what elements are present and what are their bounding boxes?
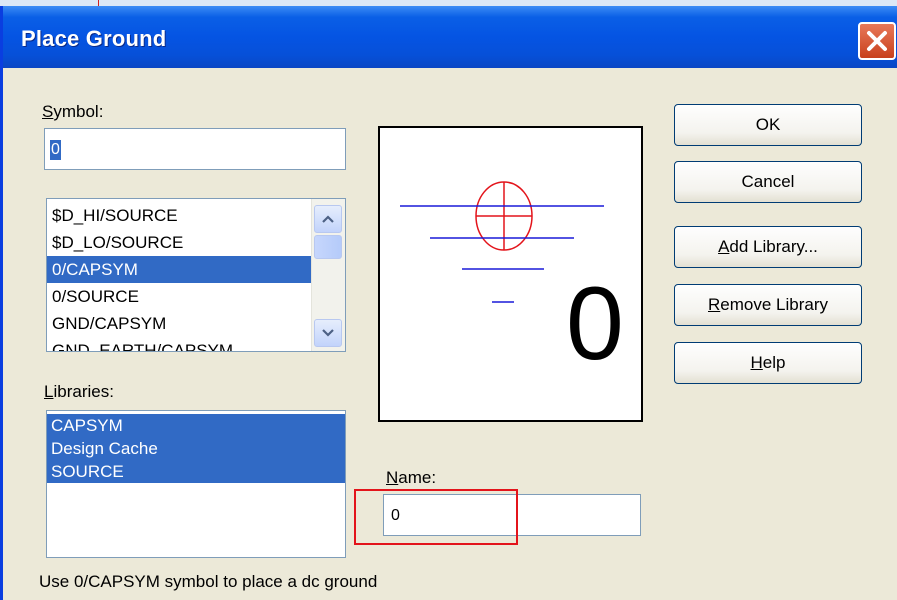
library-item[interactable]: Design Cache bbox=[47, 437, 345, 460]
symbol-input[interactable]: 0 bbox=[44, 128, 346, 170]
add-library-button[interactable]: Add Library... bbox=[674, 226, 862, 268]
symbol-list[interactable]: $D_HI/SOURCE $D_LO/SOURCE 0/CAPSYM 0/SOU… bbox=[46, 198, 346, 352]
list-item-selected[interactable]: 0/CAPSYM bbox=[47, 256, 311, 283]
preview-value-text: 0 bbox=[566, 266, 624, 382]
chevron-down-icon bbox=[322, 329, 334, 337]
cancel-button[interactable]: Cancel bbox=[674, 161, 862, 203]
ok-button[interactable]: OK bbox=[674, 104, 862, 146]
dialog-title: Place Ground bbox=[21, 26, 167, 51]
scroll-thumb[interactable] bbox=[314, 235, 342, 259]
list-item[interactable]: GND/CAPSYM bbox=[47, 310, 311, 337]
chevron-up-icon bbox=[322, 215, 334, 223]
scroll-down-button[interactable] bbox=[314, 319, 342, 347]
symbol-input-value: 0 bbox=[50, 140, 61, 160]
remove-library-button[interactable]: Remove Library bbox=[674, 284, 862, 326]
list-item[interactable]: 0/SOURCE bbox=[47, 283, 311, 310]
help-button[interactable]: Help bbox=[674, 342, 862, 384]
symbol-label: Symbol: bbox=[42, 102, 104, 121]
library-item[interactable]: CAPSYM bbox=[47, 414, 345, 437]
libraries-label: Libraries: bbox=[44, 382, 114, 401]
title-bar[interactable]: Place Ground bbox=[3, 6, 897, 68]
symbol-list-scrollbar[interactable] bbox=[311, 199, 345, 351]
name-input-value: 0 bbox=[391, 507, 400, 524]
place-ground-dialog: Place Ground Symbol: 0 $D_HI/SOURCE $D_L… bbox=[0, 6, 897, 600]
list-item[interactable]: $D_LO/SOURCE bbox=[47, 229, 311, 256]
name-input[interactable]: 0 bbox=[383, 494, 641, 536]
name-label: Name: bbox=[386, 468, 437, 487]
symbol-preview: 0 bbox=[378, 126, 643, 422]
library-item[interactable]: SOURCE bbox=[47, 460, 345, 483]
scroll-up-button[interactable] bbox=[314, 205, 342, 233]
list-item[interactable]: $D_HI/SOURCE bbox=[47, 202, 311, 229]
list-item[interactable]: GND_EARTH/CAPSYM bbox=[47, 337, 311, 351]
status-text: Use 0/CAPSYM symbol to place a dc ground bbox=[39, 572, 378, 591]
libraries-list[interactable]: CAPSYM Design Cache SOURCE bbox=[46, 410, 346, 558]
close-icon bbox=[867, 31, 887, 51]
close-button[interactable] bbox=[858, 22, 896, 60]
